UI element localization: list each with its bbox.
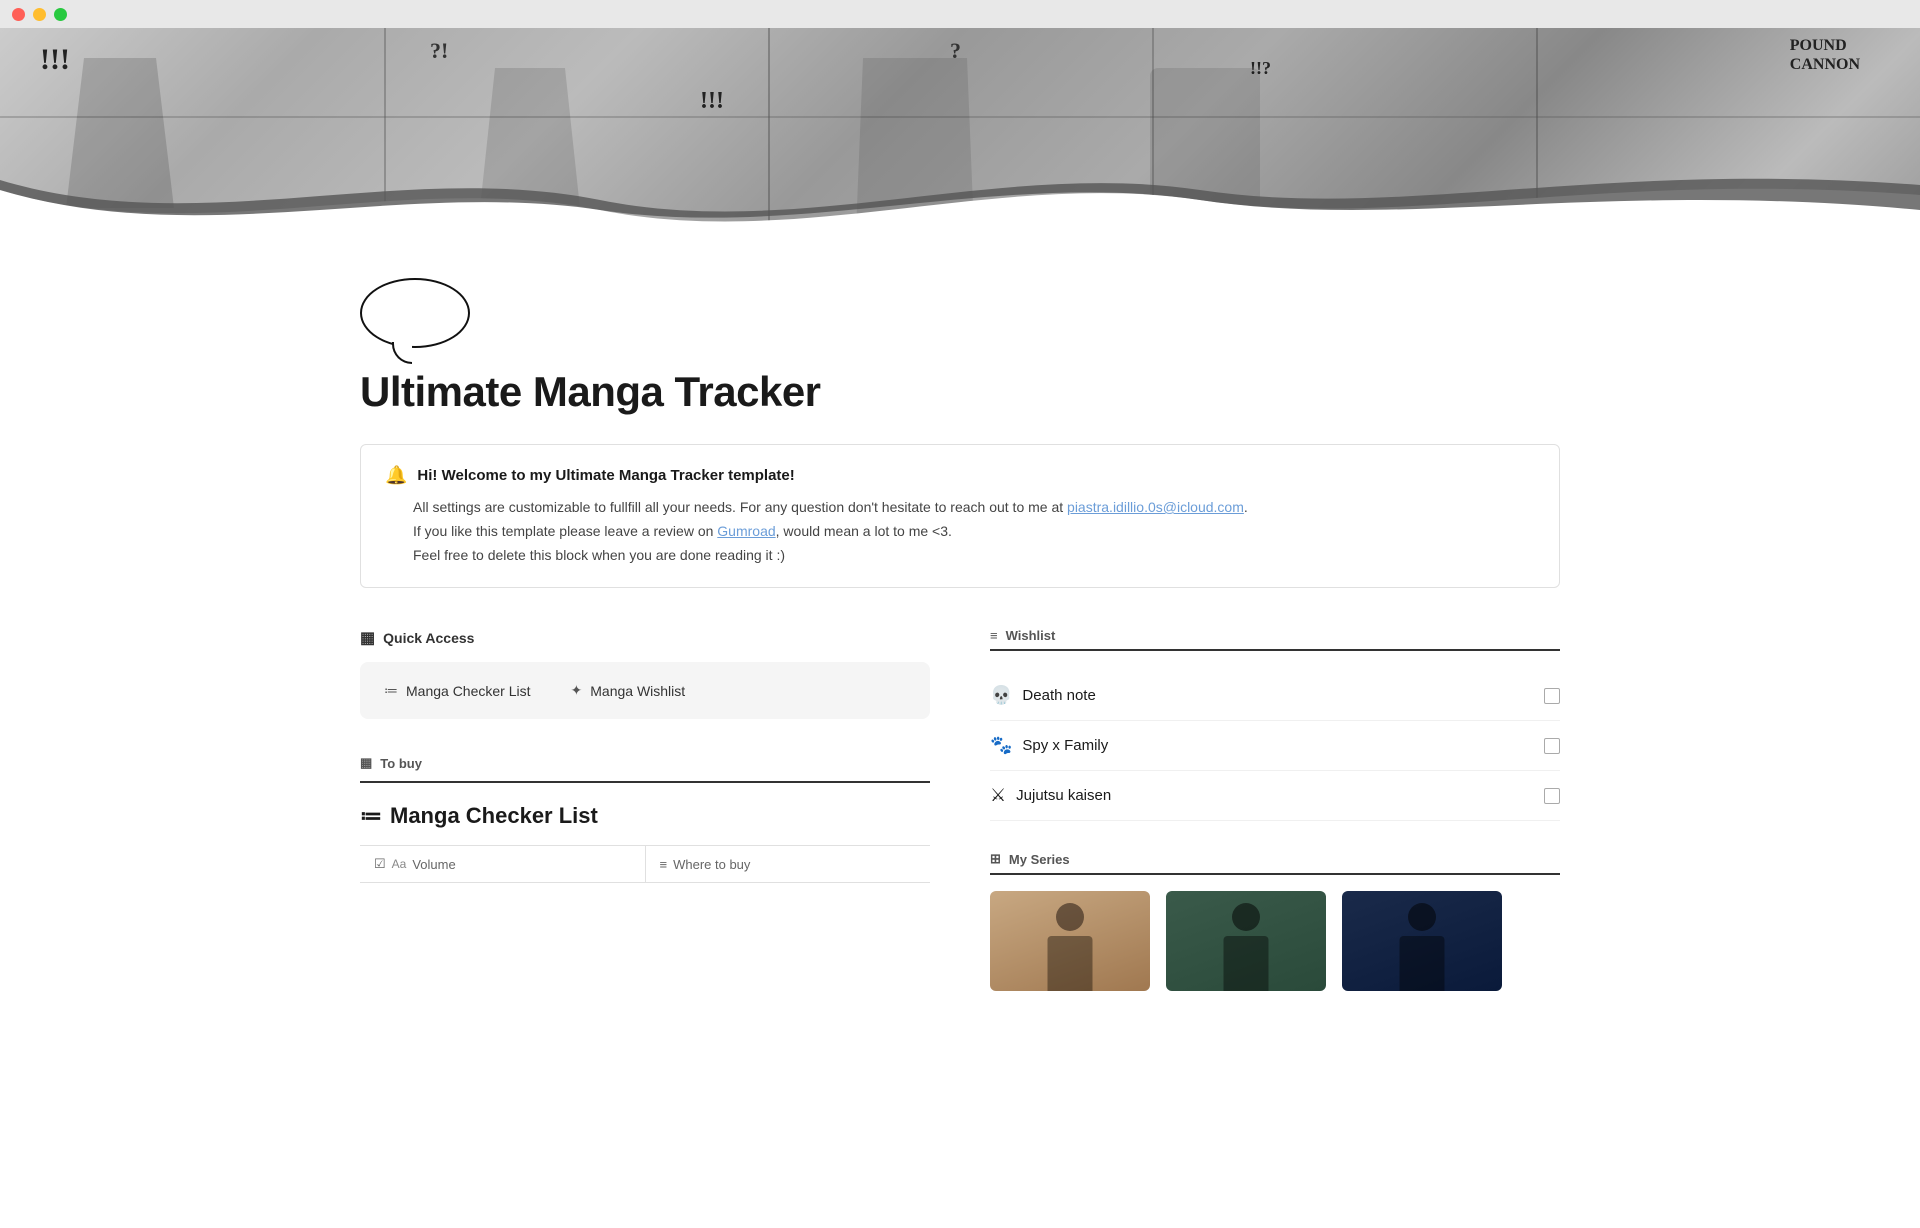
mlist-icon: ≔ [360, 803, 382, 829]
titlebar [0, 0, 1920, 28]
wishlist-header: ≡ Wishlist [990, 628, 1560, 651]
tobuy-section: ▦ To buy [360, 755, 930, 783]
quick-access-label: Quick Access [383, 630, 474, 646]
bell-icon: 🔔 [385, 465, 407, 486]
speech-bubble-icon [360, 278, 470, 348]
tobuy-icon: ▦ [360, 755, 372, 771]
jujutsu-label: Jujutsu kaisen [1016, 787, 1111, 804]
callout-line-1: All settings are customizable to fullfil… [413, 496, 1535, 520]
callout-line-3: Feel free to delete this block when you … [413, 544, 1535, 568]
spy-family-label: Spy x Family [1022, 737, 1108, 754]
maximize-button[interactable] [54, 8, 67, 21]
manga-wishlist-icon: ✦ [571, 682, 583, 699]
callout-body: All settings are customizable to fullfil… [385, 496, 1535, 567]
two-col-layout: ▦ Quick Access ≔ Manga Checker List ✦ Ma… [360, 628, 1560, 991]
callout-box: 🔔 Hi! Welcome to my Ultimate Manga Track… [360, 444, 1560, 588]
manga-checker-icon: ≔ [384, 682, 398, 699]
quick-access-icon: ▦ [360, 628, 375, 648]
spy-family-emoji: 🐾 [990, 735, 1012, 756]
death-note-label: Death note [1022, 687, 1095, 704]
volume-column: ☑ Aa Volume [360, 846, 646, 882]
char-head-2 [1232, 903, 1260, 931]
wave-overlay [0, 170, 1920, 248]
my-series-label: My Series [1009, 852, 1070, 867]
callout-header: 🔔 Hi! Welcome to my Ultimate Manga Track… [385, 465, 1535, 486]
close-button[interactable] [12, 8, 25, 21]
wishlist-label: Wishlist [1006, 628, 1056, 643]
email-link[interactable]: piastra.idillio.0s@icloud.com [1067, 499, 1244, 515]
death-note-emoji: 💀 [990, 685, 1012, 706]
spy-family-checkbox[interactable] [1544, 738, 1560, 754]
series-cards [990, 891, 1560, 991]
volume-checkbox-icon: ☑ [374, 856, 386, 872]
volume-aa-prefix: Aa [392, 857, 407, 871]
where-to-buy-label: Where to buy [673, 857, 750, 872]
series-card-2[interactable] [1166, 891, 1326, 991]
minimize-button[interactable] [33, 8, 46, 21]
page-icon-area [360, 278, 1560, 348]
right-column: ≡ Wishlist 💀 Death note 🐾 Spy x Family [990, 628, 1560, 991]
manga-list-columns: ☑ Aa Volume ≡ Where to buy [360, 845, 930, 883]
tobuy-header: ▦ To buy [360, 755, 930, 771]
death-note-checkbox[interactable] [1544, 688, 1560, 704]
my-series-icon: ⊞ [990, 851, 1001, 867]
main-content: Ultimate Manga Tracker 🔔 Hi! Welcome to … [260, 278, 1660, 1071]
jujutsu-emoji: ⚔ [990, 785, 1006, 806]
quick-access-box: ≔ Manga Checker List ✦ Manga Wishlist [360, 662, 930, 719]
char-body-2 [1224, 936, 1269, 991]
quick-access-manga-wishlist[interactable]: ✦ Manga Wishlist [571, 682, 686, 699]
left-column: ▦ Quick Access ≔ Manga Checker List ✦ Ma… [360, 628, 930, 883]
my-series-header: ⊞ My Series [990, 851, 1560, 875]
page-title: Ultimate Manga Tracker [360, 368, 1560, 416]
wishlist-icon: ≡ [990, 628, 998, 643]
series-card-3[interactable] [1342, 891, 1502, 991]
where-to-buy-column: ≡ Where to buy [646, 846, 931, 882]
callout-title: Hi! Welcome to my Ultimate Manga Tracker… [417, 467, 794, 484]
manga-checker-label: Manga Checker List [406, 683, 531, 699]
gumroad-link[interactable]: Gumroad [717, 523, 775, 539]
quick-access-manga-checker[interactable]: ≔ Manga Checker List [384, 682, 531, 699]
jujutsu-checkbox[interactable] [1544, 788, 1560, 804]
callout-line-2: If you like this template please leave a… [413, 520, 1535, 544]
char-head-3 [1408, 903, 1436, 931]
char-head-1 [1056, 903, 1084, 931]
tobuy-label: To buy [380, 756, 422, 771]
quick-access-header: ▦ Quick Access [360, 628, 930, 648]
char-body-3 [1400, 936, 1445, 991]
banner: !!! ?! !!! ? !!? POUNDCANNON [0, 28, 1920, 248]
where-to-buy-icon: ≡ [660, 857, 668, 872]
manga-wishlist-label: Manga Wishlist [590, 683, 685, 699]
series-card-1[interactable] [990, 891, 1150, 991]
wishlist-item-jujutsu[interactable]: ⚔ Jujutsu kaisen [990, 771, 1560, 821]
char-body-1 [1048, 936, 1093, 991]
wishlist-item-death-note[interactable]: 💀 Death note [990, 671, 1560, 721]
manga-checker-list-title: ≔ Manga Checker List [360, 803, 930, 829]
wishlist-item-spy-family[interactable]: 🐾 Spy x Family [990, 721, 1560, 771]
volume-label: Volume [412, 857, 455, 872]
